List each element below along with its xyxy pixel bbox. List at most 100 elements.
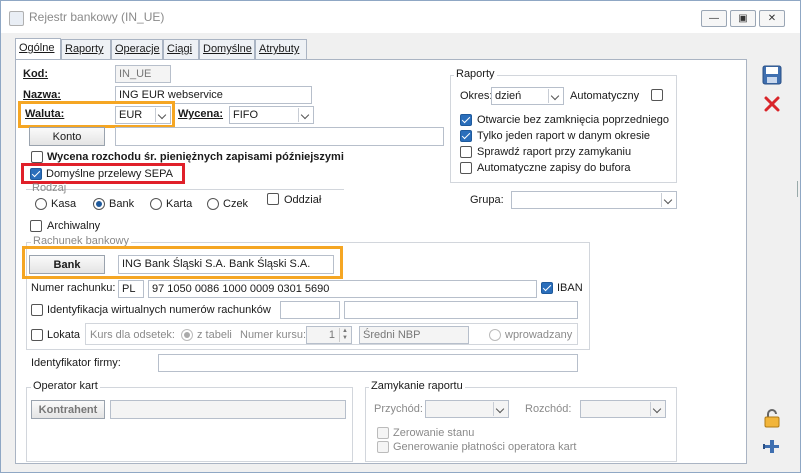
radio-kasa[interactable] <box>35 198 47 210</box>
automatyczny-label: Automatyczny <box>570 90 640 102</box>
iban-checkbox[interactable] <box>541 282 553 294</box>
numer-rachunku-field[interactable]: 97 1050 0086 1000 0009 0301 5690 <box>148 280 537 298</box>
operator-kart-title: Operator kart <box>31 380 100 392</box>
automatyczny-checkbox[interactable] <box>651 89 663 101</box>
rodzaj-label: Rodzaj <box>32 182 67 194</box>
pin-icon <box>763 440 779 453</box>
identyfikator-firmy-field[interactable] <box>158 354 578 372</box>
okres-label: Okres: <box>460 90 493 102</box>
tab-raporty[interactable]: Raporty <box>61 39 111 59</box>
chevron-down-icon <box>493 402 507 416</box>
oddzial-checkbox[interactable] <box>267 193 279 205</box>
raporty-group-title: Raporty <box>454 68 497 80</box>
numer-rachunku-label: Numer rachunku: <box>31 282 116 294</box>
iban-label: IBAN <box>557 282 583 294</box>
lokata-checkbox[interactable] <box>31 329 43 341</box>
sredni-nbp-field[interactable]: Średni NBP <box>359 326 469 344</box>
close-icon: ✕ <box>767 13 777 24</box>
window: Rejestr bankowy (IN_UE) — ▣ ✕ Ogólne Rap… <box>0 0 801 473</box>
cancel-button[interactable] <box>761 93 783 115</box>
maximize-button[interactable]: ▣ <box>730 10 756 27</box>
chevron-down-icon <box>548 89 562 103</box>
identyfikacja-label: Identyfikacja wirtualnych numerów rachun… <box>47 304 271 316</box>
radio-z-tabeli[interactable] <box>181 329 193 341</box>
z-tabeli-label: z tabeli <box>197 329 232 341</box>
generowanie-checkbox[interactable] <box>377 441 389 453</box>
minimize-button[interactable]: — <box>701 10 727 27</box>
konto-button[interactable]: Konto <box>29 127 105 146</box>
grupa-select[interactable] <box>511 191 677 209</box>
identyfikacja-checkbox[interactable] <box>31 304 43 316</box>
oddzial-label: Oddział <box>284 194 322 206</box>
przychod-label: Przychód: <box>374 403 423 415</box>
kontrahent-button[interactable]: Kontrahent <box>31 400 105 419</box>
pin-button[interactable] <box>761 435 783 457</box>
automatyczne-zapisy-checkbox[interactable] <box>460 162 472 174</box>
wycena-select[interactable]: FIFO <box>229 106 314 124</box>
lokata-label: Lokata <box>47 329 81 341</box>
numer-country-field[interactable]: PL <box>118 280 144 298</box>
tab-ciagi[interactable]: Ciągi <box>163 39 199 59</box>
okres-select[interactable]: dzień <box>491 87 564 105</box>
lock-button[interactable] <box>761 407 783 429</box>
grupa-label: Grupa: <box>470 194 504 206</box>
kod-label: Kod: <box>23 68 49 80</box>
operator-kart-group <box>26 387 353 462</box>
numer-kursu-label: Numer kursu: <box>240 329 307 341</box>
automatyczne-zapisy-label: Automatyczne zapisy do bufora <box>477 162 631 174</box>
radio-czek[interactable] <box>207 198 219 210</box>
archiwalny-checkbox[interactable] <box>30 220 42 232</box>
close-icon <box>764 96 780 112</box>
generowanie-label: Generowanie płatności operatora kart <box>393 441 577 453</box>
spin-arrows-icon: ▲ ▼ <box>339 328 350 342</box>
tab-atrybuty[interactable]: Atrybuty <box>255 39 307 59</box>
numer-kursu-stepper[interactable]: 1 ▲ ▼ <box>306 326 352 344</box>
radio-czek-label: Czek <box>223 198 249 210</box>
przychod-select[interactable] <box>425 400 509 418</box>
chevron-down-icon <box>298 108 312 122</box>
waluta-highlight <box>18 101 175 128</box>
wycena-label: Wycena: <box>178 108 224 120</box>
close-button[interactable]: ✕ <box>759 10 785 27</box>
tab-domyslne[interactable]: Domyślne <box>199 39 255 59</box>
nazwa-label: Nazwa: <box>23 89 61 101</box>
radio-karta[interactable] <box>150 198 162 210</box>
save-button[interactable] <box>761 64 783 86</box>
chevron-down-icon <box>650 402 664 416</box>
radio-bank[interactable] <box>93 198 105 210</box>
wycena-rozchodu-label: Wycena rozchodu śr. pieniężnych zapisami… <box>47 151 344 163</box>
zerowanie-label: Zerowanie stanu <box>393 427 475 439</box>
otwarcie-label: Otwarcie bez zamknięcia poprzedniego <box>477 114 669 126</box>
otwarcie-checkbox[interactable] <box>460 114 472 126</box>
wycena-rozchodu-checkbox[interactable] <box>31 151 43 163</box>
lock-icon <box>764 409 780 428</box>
kod-field[interactable]: IN_UE <box>115 65 171 83</box>
tylko-jeden-checkbox[interactable] <box>460 130 472 142</box>
radio-bank-label: Bank <box>109 198 135 210</box>
kontrahent-field[interactable] <box>110 400 346 419</box>
zerowanie-checkbox[interactable] <box>377 427 389 439</box>
wycena-value: FIFO <box>233 109 259 121</box>
minimize-icon: — <box>709 13 719 24</box>
wprowadzany-label: wprowadzany <box>505 329 573 341</box>
konto-field[interactable] <box>115 127 444 146</box>
numer-kursu-value: 1 <box>328 329 335 341</box>
kurs-dla-odsetek-label: Kurs dla odsetek: <box>90 329 175 341</box>
rozchod-select[interactable] <box>580 400 666 418</box>
tylko-jeden-label: Tylko jeden raport w danym okresie <box>477 130 651 142</box>
identyfikacja-field-1[interactable] <box>280 301 340 319</box>
app-icon <box>9 11 24 26</box>
tab-operacje[interactable]: Operacje <box>111 39 163 59</box>
okres-value: dzień <box>495 90 522 102</box>
tab-ogolne[interactable]: Ogólne <box>15 38 61 60</box>
maximize-icon: ▣ <box>738 13 748 24</box>
zamykanie-title: Zamykanie raportu <box>369 380 465 392</box>
sprawdz-label: Sprawdź raport przy zamykaniu <box>477 146 632 158</box>
bank-highlight <box>22 246 343 279</box>
identyfikacja-field-2[interactable] <box>344 301 578 319</box>
archiwalny-label: Archiwalny <box>47 220 101 232</box>
chevron-down-icon <box>661 193 675 207</box>
radio-wprowadzany[interactable] <box>489 329 501 341</box>
rozchod-label: Rozchód: <box>525 403 572 415</box>
sprawdz-checkbox[interactable] <box>460 146 472 158</box>
